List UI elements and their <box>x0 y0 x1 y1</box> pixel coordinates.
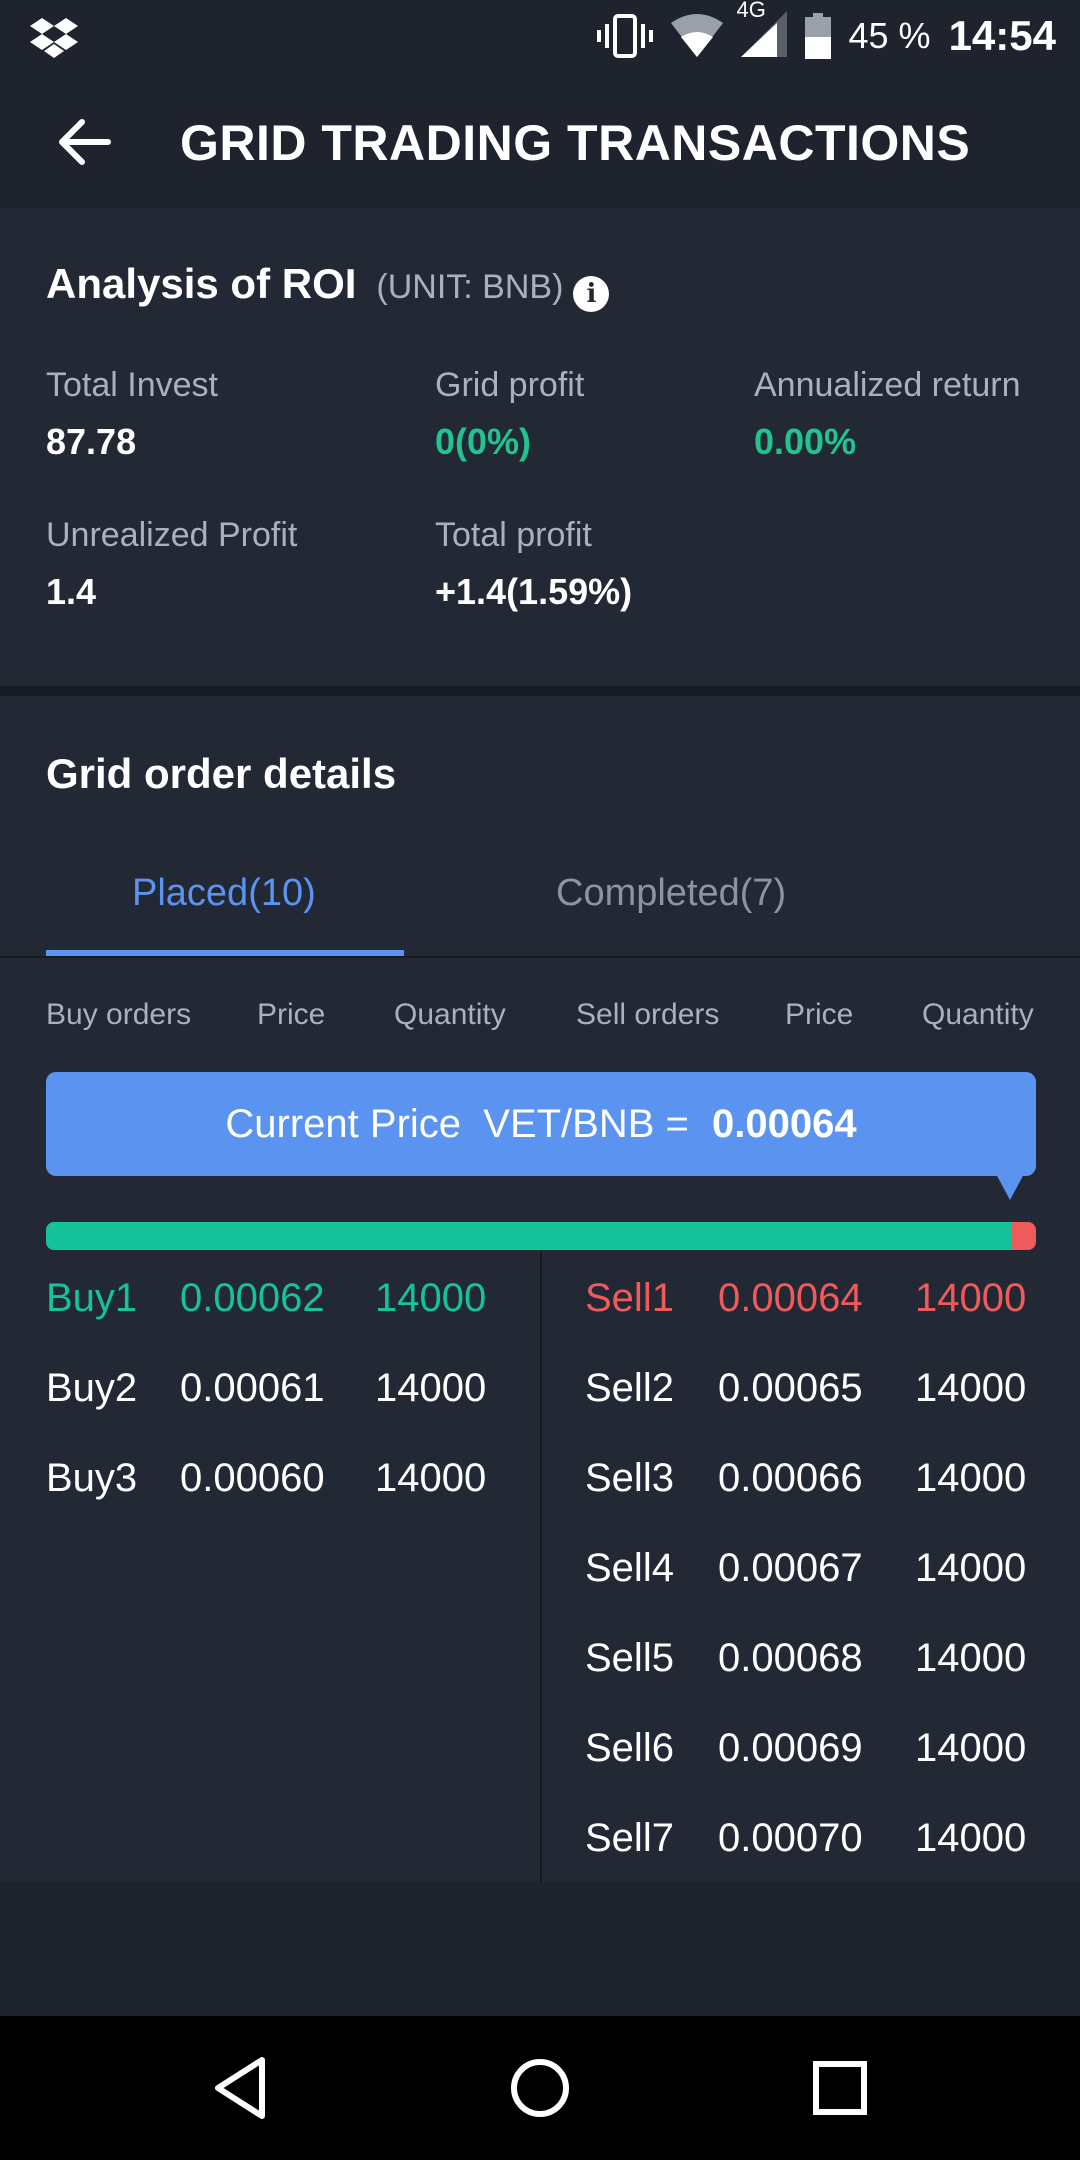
metric-value: 0.00% <box>754 421 857 462</box>
wifi-icon <box>670 14 723 57</box>
info-icon[interactable]: i <box>573 276 610 312</box>
orders-divider <box>540 1250 542 1882</box>
metric-grid-profit: Grid profit 0(0%) <box>435 366 584 463</box>
buy-order-quantity: 14000 <box>375 1366 487 1410</box>
buy-sell-ratio-bar <box>46 1222 1036 1250</box>
screen: 4G 45 % 14:54 GRID TRADING TRANSACTIONS … <box>0 0 1080 2160</box>
sell-order-price: 0.00064 <box>718 1276 863 1320</box>
metric-value: 87.78 <box>46 421 137 462</box>
sell-order-name: Sell3 <box>585 1456 674 1500</box>
current-price-banner: Current Price VET/BNB = 0.00064 <box>46 1072 1036 1176</box>
roi-title: Analysis of ROI <box>46 260 357 307</box>
sell-order-quantity: 14000 <box>915 1366 1027 1410</box>
dropbox-icon <box>30 18 78 58</box>
system-navigation-bar <box>0 2016 1080 2160</box>
column-header-buy-price: Price <box>257 998 326 1031</box>
column-header-buy-orders: Buy orders <box>46 998 192 1031</box>
metric-label: Total Invest <box>46 366 218 404</box>
sell-order-name: Sell5 <box>585 1636 674 1680</box>
battery-icon <box>804 13 831 59</box>
sell-order-price: 0.00069 <box>718 1726 863 1770</box>
back-arrow-icon[interactable] <box>52 110 116 174</box>
bottom-spacer <box>0 1882 1080 2016</box>
sell-order-name: Sell4 <box>585 1546 674 1590</box>
sell-order-quantity: 14000 <box>915 1816 1027 1860</box>
metric-label: Grid profit <box>435 366 585 404</box>
vibrate-icon <box>596 14 653 58</box>
column-header-sell-quantity: Quantity <box>922 998 1034 1031</box>
sell-share-fill <box>1011 1222 1036 1250</box>
tab-completed[interactable]: Completed(7) <box>556 872 786 915</box>
column-header-sell-price: Price <box>785 998 854 1031</box>
current-price-label: Current Price VET/BNB = <box>225 1101 700 1146</box>
buy-order-name: Buy2 <box>46 1366 138 1410</box>
metric-annualized-return: Annualized return 0.00% <box>754 366 1021 463</box>
metric-value: 1.4 <box>46 571 97 612</box>
sell-order-price: 0.00065 <box>718 1366 863 1410</box>
metric-unrealized-profit: Unrealized Profit 1.4 <box>46 516 297 613</box>
metric-label: Total profit <box>435 516 592 554</box>
column-header-buy-quantity: Quantity <box>394 998 506 1031</box>
sell-order-name: Sell1 <box>585 1276 674 1320</box>
roi-unit: (UNIT: BNB) <box>376 268 564 306</box>
metric-value: +1.4(1.59%) <box>435 571 633 612</box>
battery-percent: 45 % <box>848 15 931 56</box>
section-divider <box>0 686 1080 696</box>
price-pointer <box>996 1174 1024 1200</box>
roi-analysis-card: Analysis of ROI (UNIT: BNB) i Total Inve… <box>0 208 1080 686</box>
sell-order-quantity: 14000 <box>915 1546 1027 1590</box>
sell-order-quantity: 14000 <box>915 1726 1027 1770</box>
sell-order-quantity: 14000 <box>915 1276 1027 1320</box>
buy-share-fill <box>46 1222 1012 1250</box>
app-header: GRID TRADING TRANSACTIONS <box>0 72 1080 208</box>
nav-back-icon[interactable] <box>204 2052 276 2124</box>
sell-order-quantity: 14000 <box>915 1456 1027 1500</box>
buy-order-quantity: 14000 <box>375 1276 487 1320</box>
buy-order-price: 0.00061 <box>180 1366 325 1410</box>
grid-order-details: Grid order details Placed(10) Completed(… <box>0 696 1080 1882</box>
sell-order-price: 0.00070 <box>718 1816 863 1860</box>
buy-order-price: 0.00060 <box>180 1456 325 1500</box>
status-bar: 4G 45 % 14:54 <box>0 0 1080 72</box>
clock: 14:54 <box>948 12 1056 59</box>
section-title: Grid order details <box>46 750 397 797</box>
sell-order-quantity: 14000 <box>915 1636 1027 1680</box>
sell-order-name: Sell6 <box>585 1726 674 1770</box>
sell-order-price: 0.00066 <box>718 1456 863 1500</box>
buy-order-price: 0.00062 <box>180 1276 325 1320</box>
metric-total-profit: Total profit +1.4(1.59%) <box>435 516 632 613</box>
roi-header: Analysis of ROI (UNIT: BNB) i <box>46 260 610 312</box>
metric-label: Unrealized Profit <box>46 516 298 554</box>
tab-divider <box>0 956 1080 958</box>
tab-placed[interactable]: Placed(10) <box>132 872 316 915</box>
metric-value: 0(0%) <box>435 421 532 462</box>
buy-order-quantity: 14000 <box>375 1456 487 1500</box>
sell-order-name: Sell2 <box>585 1366 674 1410</box>
metric-label: Annualized return <box>754 366 1021 404</box>
sell-order-price: 0.00068 <box>718 1636 863 1680</box>
sell-order-price: 0.00067 <box>718 1546 863 1590</box>
buy-order-name: Buy1 <box>46 1276 138 1320</box>
nav-recents-icon[interactable] <box>804 2052 876 2124</box>
nav-home-icon[interactable] <box>504 2052 576 2124</box>
buy-order-name: Buy3 <box>46 1456 138 1500</box>
page-title: GRID TRADING TRANSACTIONS <box>180 115 971 171</box>
network-type-label: 4G <box>737 0 787 62</box>
sell-order-name: Sell7 <box>585 1816 674 1860</box>
metric-total-invest: Total Invest 87.78 <box>46 366 218 463</box>
current-price-value: 0.00064 <box>712 1101 857 1146</box>
column-header-sell-orders: Sell orders <box>576 998 720 1031</box>
